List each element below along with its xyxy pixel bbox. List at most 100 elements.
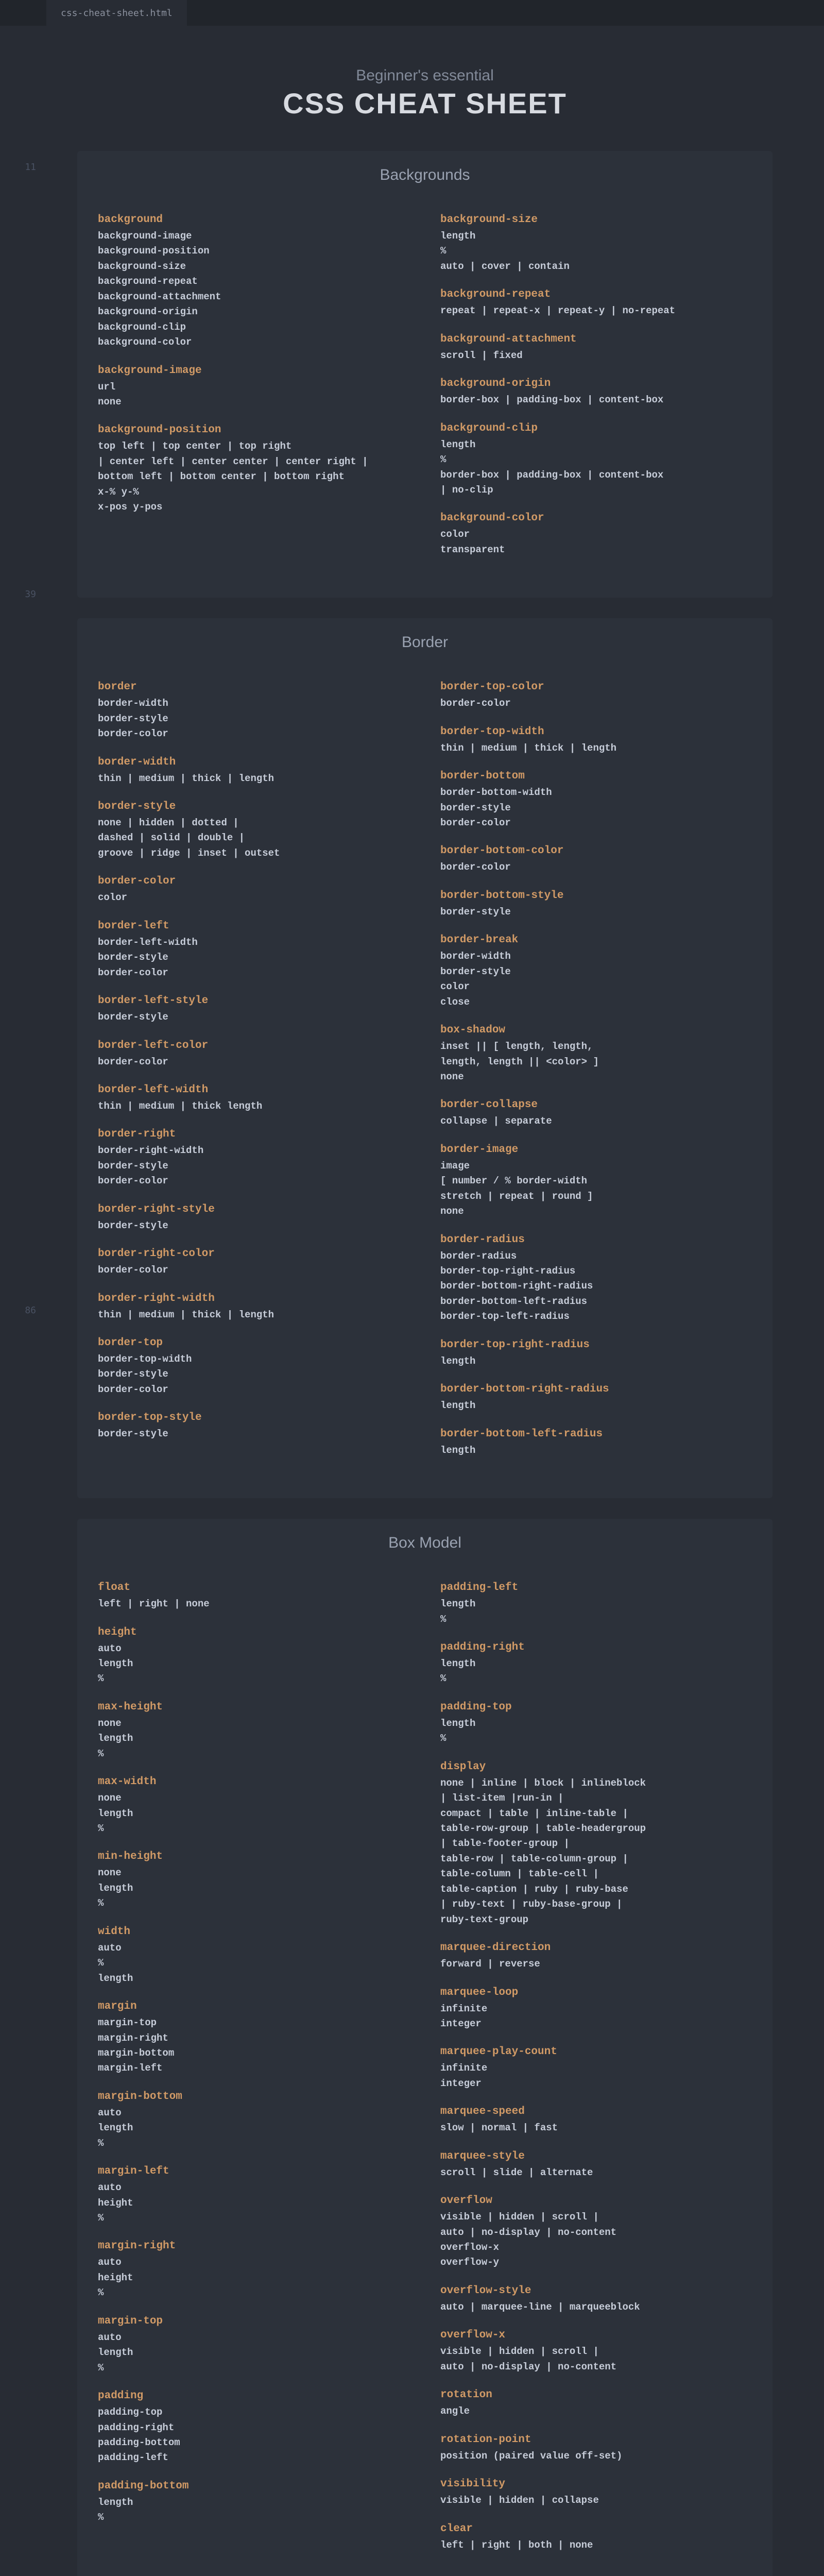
property-value-line: length: [440, 229, 752, 244]
property-name: border-image: [440, 1144, 752, 1156]
property-value-line: color: [98, 890, 409, 905]
property-value-line: %: [98, 1747, 409, 1761]
property-value-line: %: [98, 1821, 409, 1836]
property-block: border-topborder-top-widthborder-stylebo…: [98, 1337, 409, 1397]
property-values: nonelength%: [98, 1791, 409, 1836]
property-block: marquee-play-countinfiniteinteger: [440, 2046, 752, 2091]
property-value-line: background-clip: [98, 320, 409, 335]
property-block: border-imageimage[ number / % border-wid…: [440, 1144, 752, 1219]
property-values: left | right | both | none: [440, 2538, 752, 2553]
property-value-line: padding-right: [98, 2420, 409, 2435]
property-value-line: border-style: [98, 1159, 409, 1174]
property-name: display: [440, 1761, 752, 1773]
property-name: padding-right: [440, 1641, 752, 1653]
tab-file[interactable]: css-cheat-sheet.html: [46, 0, 187, 26]
property-values: visible | hidden | scroll |auto | no-dis…: [440, 2344, 752, 2375]
property-value-line: | no-clip: [440, 483, 752, 498]
property-value-line: length: [440, 437, 752, 452]
property-block: background-colorcolortransparent: [440, 512, 752, 557]
property-value-line: background-position: [98, 244, 409, 259]
property-value-line: none: [98, 1866, 409, 1880]
property-value-line: x-pos y-pos: [98, 500, 409, 515]
property-values: padding-toppadding-rightpadding-bottompa…: [98, 2405, 409, 2466]
property-values: collapse | separate: [440, 1114, 752, 1129]
property-name: overflow-x: [440, 2329, 752, 2341]
property-value-line: border-color: [440, 860, 752, 875]
property-values: length: [440, 1354, 752, 1369]
property-value-line: forward | reverse: [440, 1957, 752, 1972]
property-name: padding-left: [440, 1582, 752, 1594]
property-values: autolength%: [98, 2330, 409, 2376]
property-block: background-repeatrepeat | repeat-x | rep…: [440, 289, 752, 318]
property-name: background-origin: [440, 378, 752, 389]
property-values: urlnone: [98, 380, 409, 410]
property-value-line: border-style: [98, 1367, 409, 1382]
property-value-line: border-color: [440, 816, 752, 831]
property-block: border-right-styleborder-style: [98, 1204, 409, 1233]
property-name: rotation-point: [440, 2434, 752, 2446]
property-value-line: length: [98, 1656, 409, 1671]
property-values: repeat | repeat-x | repeat-y | no-repeat: [440, 303, 752, 318]
property-values: slow | normal | fast: [440, 2121, 752, 2136]
property-value-line: length: [440, 1656, 752, 1671]
property-value-line: infinite: [440, 2002, 752, 2016]
property-name: border-bottom-style: [440, 890, 752, 902]
property-name: max-width: [98, 1776, 409, 1788]
property-value-line: padding-left: [98, 2450, 409, 2465]
property-value-line: visible | hidden | collapse: [440, 2493, 752, 2508]
property-name: width: [98, 1926, 409, 1938]
property-value-line: border-color: [98, 726, 409, 741]
property-value-line: url: [98, 380, 409, 395]
property-value-line: infinite: [440, 2061, 752, 2076]
property-value-line: top left | top center | top right: [98, 439, 409, 454]
column: padding-leftlength%padding-rightlength%p…: [440, 1567, 752, 2567]
page-title: CSS CHEAT SHEET: [77, 87, 772, 120]
property-name: border-color: [98, 875, 409, 887]
property-value-line: none: [98, 1791, 409, 1806]
property-block: floatleft | right | none: [98, 1582, 409, 1612]
editor-page: css-cheat-sheet.html Beginner's essentia…: [46, 0, 824, 2576]
property-name: border-break: [440, 934, 752, 946]
property-name: padding: [98, 2390, 409, 2402]
property-name: background-position: [98, 424, 409, 436]
property-value-line: none | inline | block | inlineblock: [440, 1776, 752, 1791]
property-value-line: auto: [98, 2330, 409, 2345]
property-name: height: [98, 1626, 409, 1638]
property-block: border-left-styleborder-style: [98, 995, 409, 1025]
property-value-line: border-color: [98, 1055, 409, 1070]
section-heading: Box Model: [98, 1534, 752, 1552]
property-block: backgroundbackground-imagebackground-pos…: [98, 214, 409, 350]
property-name: margin-bottom: [98, 2091, 409, 2103]
property-value-line: background-origin: [98, 304, 409, 319]
property-block: rotation-pointposition (paired value off…: [440, 2434, 752, 2464]
property-value-line: border-style: [98, 1218, 409, 1233]
property-name: border-width: [98, 756, 409, 768]
property-value-line: border-color: [98, 965, 409, 980]
property-value-line: auto | no-display | no-content: [440, 2360, 752, 2375]
property-block: background-originborder-box | padding-bo…: [440, 378, 752, 408]
property-name: padding-top: [440, 1701, 752, 1713]
property-block: padding-bottomlength%: [98, 2480, 409, 2526]
property-value-line: %: [98, 1956, 409, 1971]
property-block: border-right-colorborder-color: [98, 1248, 409, 1278]
property-value-line: auto: [98, 1641, 409, 1656]
property-values: none | hidden | dotted |dashed | solid |…: [98, 816, 409, 861]
property-name: margin-top: [98, 2315, 409, 2327]
property-value-line: background-size: [98, 259, 409, 274]
property-value-line: table-column | table-cell |: [440, 1867, 752, 1882]
property-name: marquee-play-count: [440, 2046, 752, 2058]
property-value-line: length: [98, 1731, 409, 1746]
property-value-line: repeat | repeat-x | repeat-y | no-repeat: [440, 303, 752, 318]
property-value-line: auto: [98, 1941, 409, 1956]
property-value-line: visible | hidden | scroll |: [440, 2210, 752, 2225]
property-name: background-attachment: [440, 333, 752, 345]
column: background-sizelength%auto | cover | con…: [440, 199, 752, 572]
property-name: border-top-width: [440, 726, 752, 738]
property-value-line: length: [440, 1597, 752, 1612]
property-value-line: border-color: [98, 1382, 409, 1397]
property-values: margin-topmargin-rightmargin-bottommargi…: [98, 2015, 409, 2076]
property-value-line: background-image: [98, 229, 409, 244]
property-values: auto | marquee-line | marqueeblock: [440, 2300, 752, 2315]
property-block: border-bottom-right-radiuslength: [440, 1383, 752, 1413]
property-block: border-rightborder-right-widthborder-sty…: [98, 1128, 409, 1189]
